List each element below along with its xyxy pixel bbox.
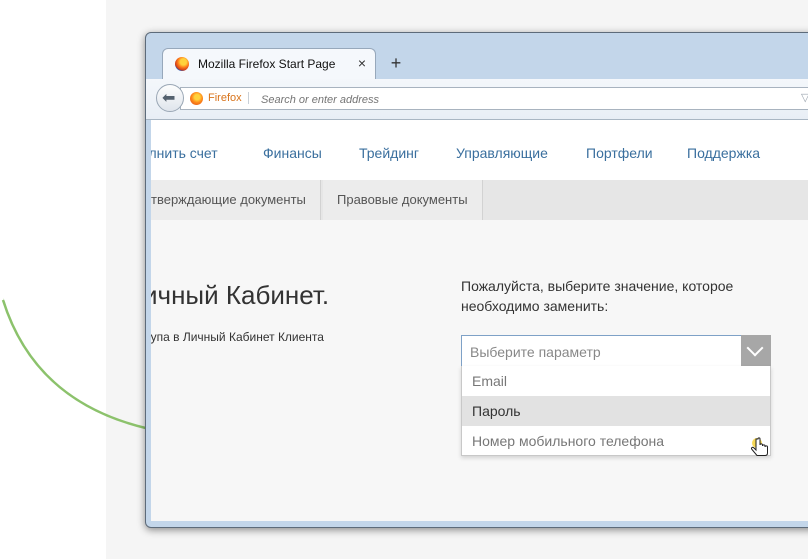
nav-item-finance[interactable]: Финансы <box>263 145 322 161</box>
main-navigation: олнить счет Финансы Трейдинг Управляющие… <box>151 120 808 180</box>
firefox-identity-icon <box>190 92 203 105</box>
sub-navigation: тверждающие документы Правовые документы <box>151 180 808 220</box>
identity-label[interactable]: Firefox <box>208 92 249 104</box>
navigation-toolbar: Firefox ▽ ↻ ⬅ <box>146 79 808 120</box>
back-button[interactable]: ⬅ <box>156 84 184 112</box>
arrow-left-icon: ⬅ <box>162 90 176 107</box>
dropdown-triangle-icon[interactable]: ▽ <box>801 91 808 104</box>
select-prompt: Пожалуйста, выберите значение, которое н… <box>461 278 734 314</box>
nav-item-support[interactable]: Поддержка <box>687 145 760 161</box>
option-email[interactable]: Email <box>462 366 770 396</box>
subnav-item-documents[interactable]: тверждающие документы <box>151 180 321 220</box>
firefox-logo-icon <box>175 57 189 71</box>
page-title: ичный Кабинет. <box>151 280 330 310</box>
tab-strip: Mozilla Firefox Start Page × + <box>146 33 808 79</box>
new-tab-button[interactable]: + <box>387 53 405 73</box>
browser-tab[interactable]: Mozilla Firefox Start Page × <box>162 48 376 79</box>
browser-window: Mozilla Firefox Start Page × + Firefox ▽… <box>145 32 808 528</box>
nav-item-portfolios[interactable]: Портфели <box>586 145 653 161</box>
url-bar[interactable]: Firefox ▽ ↻ <box>180 87 808 110</box>
tab-close-icon[interactable]: × <box>358 55 366 71</box>
chevron-down-icon <box>746 339 764 357</box>
select-toggle-button[interactable] <box>741 335 771 367</box>
tab-title: Mozilla Firefox Start Page <box>198 57 336 71</box>
nav-item-trading[interactable]: Трейдинг <box>359 145 419 161</box>
subnav-item-legal-documents[interactable]: Правовые документы <box>323 180 483 220</box>
select-options-list: Email Пароль Номер мобильного телефона <box>461 366 771 456</box>
nav-item-managers[interactable]: Управляющие <box>456 145 548 161</box>
parameter-select[interactable]: Выберите параметр <box>461 335 771 367</box>
option-mobile-phone[interactable]: Номер мобильного телефона <box>462 426 770 456</box>
option-password[interactable]: Пароль <box>462 396 770 426</box>
page-subtitle: тупа в Личный Кабинет Клиента <box>151 330 324 344</box>
select-placeholder: Выберите параметр <box>470 344 601 360</box>
page-content: олнить счет Финансы Трейдинг Управляющие… <box>151 120 808 521</box>
nav-item-fund-account[interactable]: олнить счет <box>151 145 218 161</box>
address-input[interactable] <box>259 91 693 108</box>
